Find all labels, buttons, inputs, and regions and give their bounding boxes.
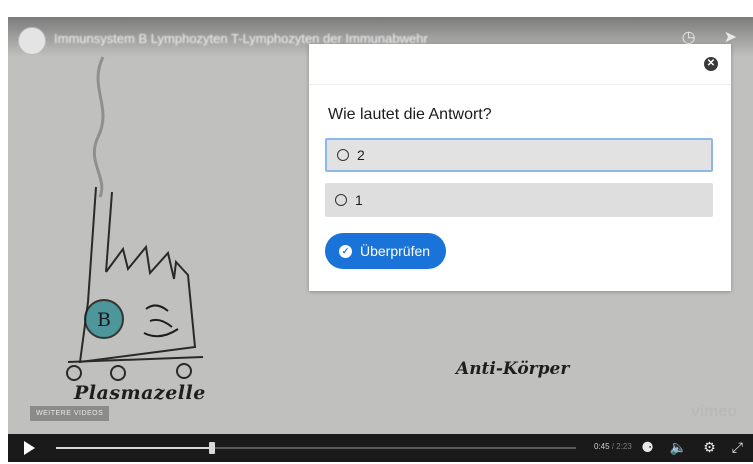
vimeo-logo[interactable]: vimeo	[691, 403, 737, 421]
control-icons: ⚈ 🔈 ⚙ ⤢	[641, 439, 743, 455]
svg-text:B: B	[97, 309, 111, 331]
fullscreen-icon[interactable]: ⤢	[732, 439, 743, 455]
more-videos-button[interactable]: WEITERE VIDEOS	[30, 406, 110, 421]
close-icon[interactable]: ✕	[704, 57, 718, 71]
progress-handle[interactable]	[209, 442, 215, 454]
closed-captions-icon[interactable]: ⚈	[641, 439, 654, 455]
progress-bar[interactable]	[56, 442, 576, 454]
duration-time: / 2:23	[611, 442, 632, 451]
check-circle-icon: ✓	[339, 244, 352, 258]
radio-icon[interactable]	[337, 149, 349, 161]
answer-label: 2	[357, 147, 365, 163]
play-icon[interactable]	[24, 441, 35, 455]
time-display: 0:45 / 2:23	[594, 442, 632, 451]
progress-fill	[56, 447, 212, 449]
control-bar: 0:45 / 2:23 ⚈ 🔈 ⚙ ⤢	[8, 434, 753, 462]
plasma-label: Plasmazelle	[74, 382, 206, 404]
question-text: Wie lautet die Antwort?	[328, 106, 492, 123]
quiz-dialog: ✕ Wie lautet die Antwort? 2 1 ✓ Überprüf…	[309, 44, 731, 291]
gear-icon[interactable]: ⚙	[703, 439, 716, 455]
check-answer-button[interactable]: ✓ Überprüfen	[325, 233, 447, 269]
check-button-label: Überprüfen	[360, 243, 431, 259]
channel-avatar[interactable]	[18, 27, 46, 55]
antibody-label: Anti-Körper	[456, 359, 570, 379]
elapsed-time: 0:45	[594, 442, 610, 451]
answer-option-1[interactable]: 2	[325, 138, 713, 172]
radio-icon[interactable]	[335, 194, 347, 206]
volume-icon[interactable]: 🔈	[670, 439, 687, 455]
answer-label: 1	[355, 192, 363, 208]
answer-option-2[interactable]: 1	[325, 183, 713, 217]
dialog-divider	[309, 84, 731, 85]
